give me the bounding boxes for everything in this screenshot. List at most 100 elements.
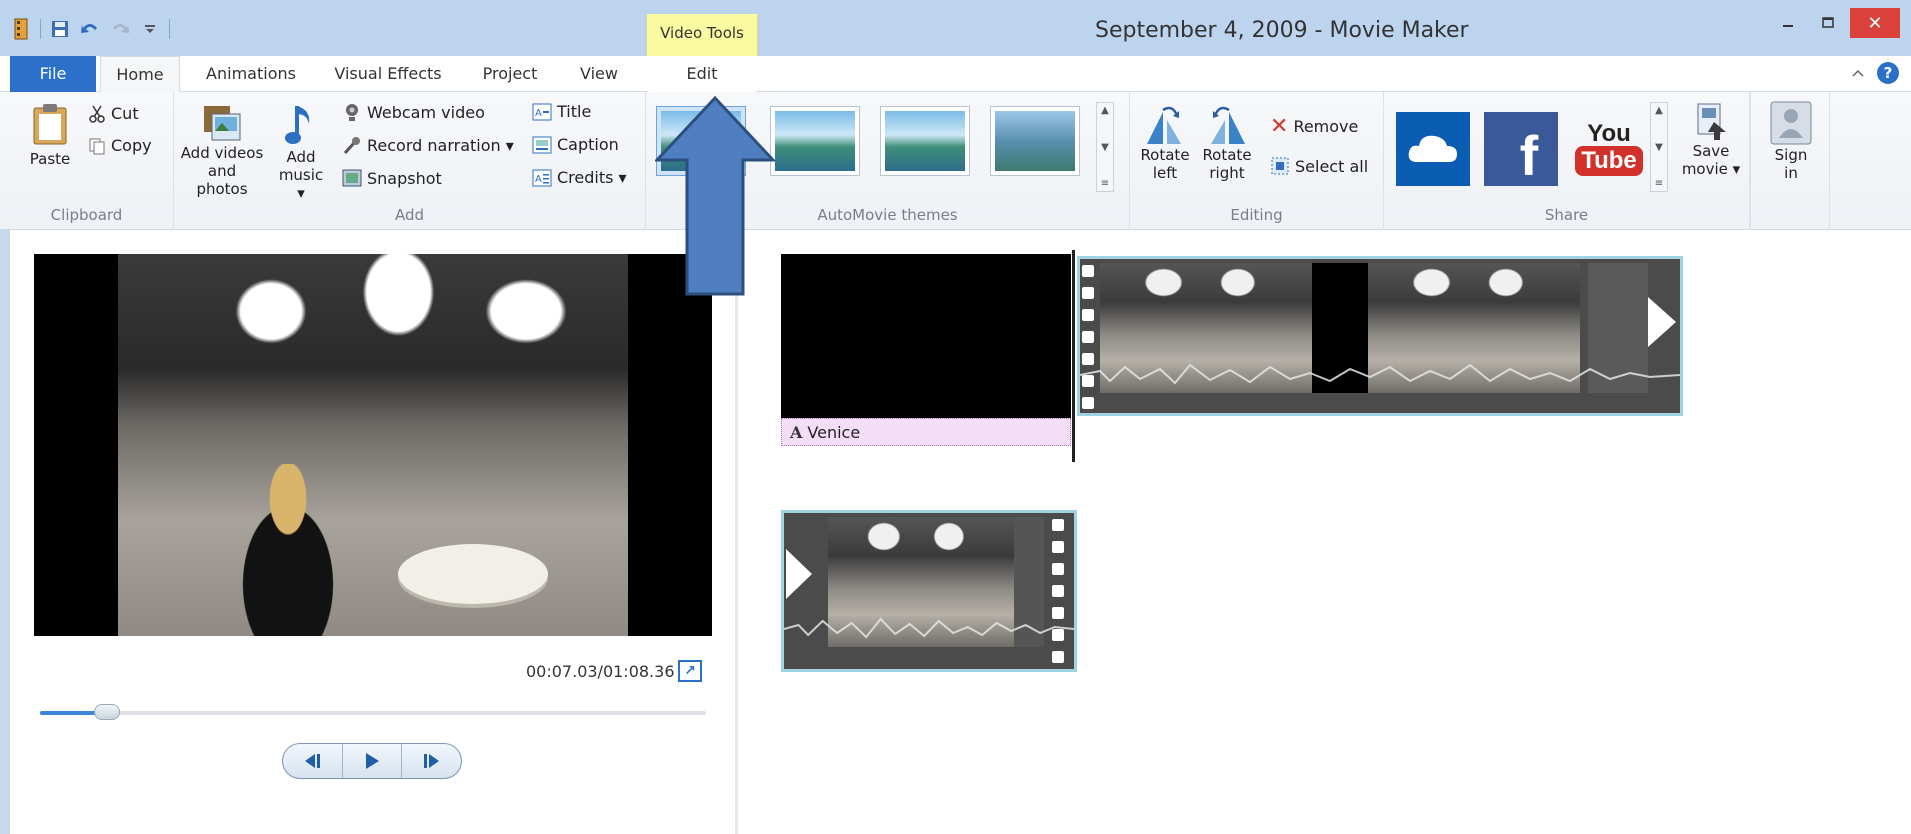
- minimize-ribbon-icon[interactable]: [1851, 64, 1865, 82]
- cut-label: Cut: [111, 104, 139, 123]
- text-caption-icon: A: [790, 422, 803, 442]
- remove-label: Remove: [1293, 117, 1359, 136]
- close-button[interactable]: ✕: [1850, 8, 1900, 38]
- webcam-video-button[interactable]: Webcam video: [342, 102, 485, 122]
- youtube-share-button[interactable]: You Tube: [1572, 112, 1646, 186]
- play-button[interactable]: [343, 744, 403, 778]
- video-clip[interactable]: [781, 510, 1077, 672]
- tab-visual-effects[interactable]: Visual Effects: [322, 56, 454, 92]
- gallery-more-icon[interactable]: ≡: [1655, 178, 1663, 189]
- sign-in-button[interactable]: Sign in: [1765, 100, 1817, 182]
- audio-waveform: [1080, 363, 1680, 385]
- copy-button[interactable]: Copy: [88, 136, 152, 155]
- contextual-group-label: Video Tools: [660, 24, 744, 42]
- gallery-more-icon[interactable]: ≡: [1101, 178, 1109, 189]
- tab-view[interactable]: View: [566, 56, 632, 92]
- clipboard-group: Paste Cut Copy Clipboard: [0, 92, 174, 230]
- tab-file[interactable]: File: [10, 56, 96, 92]
- clipboard-group-label: Clipboard: [50, 206, 123, 224]
- add-music-label-line1: Add: [286, 148, 316, 166]
- tab-project[interactable]: Project: [470, 56, 550, 92]
- scroll-up-icon[interactable]: ▲: [1655, 105, 1663, 116]
- copy-label: Copy: [111, 136, 152, 155]
- editing-group: Rotate left Rotate right ✕ Remove Select…: [1130, 92, 1384, 230]
- video-preview[interactable]: [34, 254, 712, 636]
- share-gallery-scroller[interactable]: ▲ ▼ ≡: [1650, 102, 1668, 192]
- youtube-you-text: You: [1587, 120, 1631, 147]
- sign-in-label-line2: in: [1784, 164, 1798, 182]
- add-videos-label-line2: and photos: [196, 162, 248, 198]
- seek-bar[interactable]: [40, 704, 706, 720]
- ribbon: Paste Cut Copy Clipboard Add videos and …: [0, 92, 1911, 230]
- minimize-button[interactable]: [1770, 8, 1806, 38]
- scroll-up-icon[interactable]: ▲: [1101, 105, 1109, 116]
- facebook-share-button[interactable]: f: [1484, 112, 1558, 187]
- previous-frame-button[interactable]: [283, 744, 343, 778]
- seek-bar-thumb[interactable]: [93, 704, 120, 720]
- theme-thumbnail[interactable]: [770, 106, 860, 176]
- add-music-button[interactable]: Add music ▾: [278, 102, 324, 202]
- sign-in-label-line1: Sign: [1774, 146, 1808, 164]
- paste-button[interactable]: Paste: [20, 102, 80, 168]
- save-icon[interactable]: [49, 18, 71, 40]
- rotate-right-label-line2: right: [1209, 164, 1245, 182]
- scroll-down-icon[interactable]: ▼: [1101, 142, 1109, 153]
- add-videos-and-photos-button[interactable]: Add videos and photos: [180, 104, 264, 198]
- expand-preview-icon[interactable]: ↗: [678, 660, 702, 682]
- rotate-left-button[interactable]: Rotate left: [1138, 106, 1192, 182]
- caption-button[interactable]: Caption: [532, 135, 619, 154]
- add-group-label: Add: [394, 206, 425, 224]
- tab-edit[interactable]: Edit: [648, 56, 756, 92]
- timecode-display: 00:07.03/01:08.36: [526, 662, 675, 681]
- cut-button[interactable]: Cut: [88, 104, 139, 123]
- customize-qat-icon[interactable]: [139, 18, 161, 40]
- remove-button[interactable]: ✕ Remove: [1270, 114, 1358, 139]
- onedrive-share-button[interactable]: [1396, 112, 1470, 186]
- next-frame-icon: [423, 754, 439, 768]
- rotate-right-button[interactable]: Rotate right: [1200, 106, 1254, 182]
- snapshot-button[interactable]: Snapshot: [342, 168, 442, 188]
- save-movie-button[interactable]: Save movie ▾: [1680, 102, 1742, 178]
- maximize-button[interactable]: [1810, 8, 1846, 38]
- share-group: f You Tube ▲ ▼ ≡ Save movie ▾ Share: [1384, 92, 1750, 230]
- help-icon[interactable]: ?: [1877, 62, 1899, 84]
- title-button[interactable]: A Title: [532, 102, 591, 121]
- theme-thumbnail[interactable]: [990, 106, 1080, 176]
- playhead[interactable]: [1072, 250, 1075, 462]
- save-movie-label-line1: Save: [1692, 142, 1730, 160]
- title-clip[interactable]: [781, 254, 1071, 418]
- cloud-icon: [1408, 135, 1457, 162]
- rotate-left-label-line2: left: [1152, 164, 1178, 182]
- caption-clip[interactable]: A Venice: [781, 418, 1071, 446]
- tab-animations[interactable]: Animations: [196, 56, 306, 92]
- clip-transition-arrow: [1648, 297, 1676, 347]
- next-frame-button[interactable]: [402, 744, 461, 778]
- share-group-label: Share: [1544, 206, 1589, 224]
- save-movie-label-line2: movie ▾: [1681, 160, 1741, 178]
- video-clip[interactable]: [1077, 256, 1683, 416]
- scroll-down-icon[interactable]: ▼: [1655, 142, 1663, 153]
- sign-in-group: Sign in: [1750, 92, 1830, 230]
- movie-maker-app-icon[interactable]: [10, 18, 32, 40]
- record-narration-button[interactable]: Record narration ▾: [342, 135, 514, 155]
- add-videos-photos-icon: [202, 104, 242, 144]
- credits-button[interactable]: A Credits ▾: [532, 168, 627, 187]
- paste-label: Paste: [29, 150, 71, 168]
- add-music-label-line2: music ▾: [278, 166, 324, 202]
- webcam-video-label: Webcam video: [367, 102, 485, 122]
- theme-thumbnail[interactable]: [880, 106, 970, 176]
- redo-icon[interactable]: [109, 18, 131, 40]
- credits-icon: A: [532, 169, 552, 187]
- tab-home[interactable]: Home: [100, 56, 180, 93]
- themes-gallery-scroller[interactable]: ▲ ▼ ≡: [1096, 102, 1114, 192]
- select-all-button[interactable]: Select all: [1270, 156, 1368, 176]
- rotate-right-label-line1: Rotate: [1202, 146, 1252, 164]
- preview-pane: 00:07.03/01:08.36 ↗: [10, 230, 738, 834]
- snapshot-icon: [342, 168, 362, 188]
- window-left-edge: [0, 230, 10, 834]
- music-note-icon: [285, 102, 317, 148]
- undo-icon[interactable]: [79, 18, 101, 40]
- remove-x-icon: ✕: [1270, 114, 1289, 139]
- ribbon-tab-row: File Home Animations Visual Effects Proj…: [0, 56, 1911, 93]
- playback-controls: [282, 743, 462, 779]
